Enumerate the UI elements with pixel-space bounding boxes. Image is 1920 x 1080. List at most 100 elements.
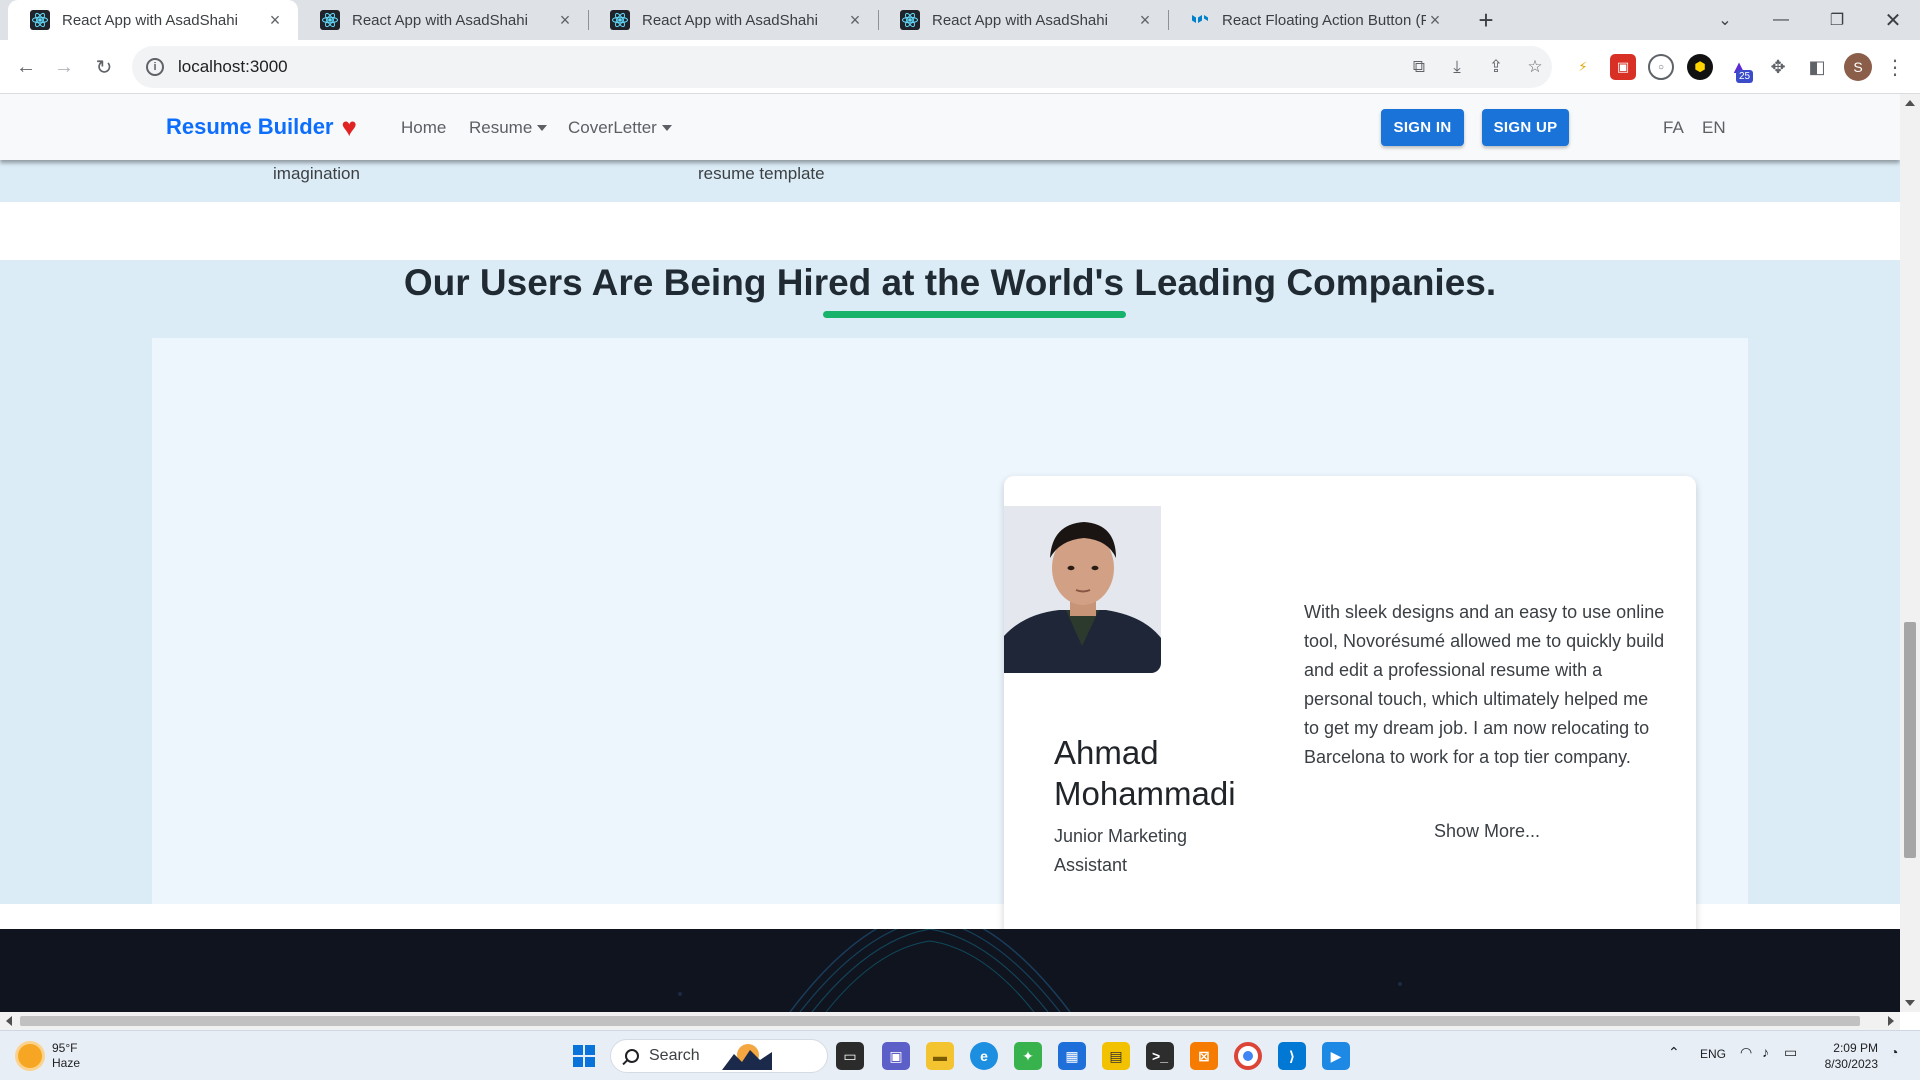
weather-widget[interactable]: 95°F Haze	[18, 1041, 80, 1071]
vscode-icon[interactable]: ⟩	[1278, 1042, 1306, 1070]
forward-arrow-icon[interactable]: →	[48, 51, 80, 83]
search-icon	[625, 1049, 639, 1063]
task-view-icon[interactable]: ▭	[836, 1042, 864, 1070]
close-icon[interactable]: ×	[1426, 10, 1444, 31]
language-en[interactable]: EN	[1702, 118, 1726, 138]
input-language[interactable]: ENG	[1700, 1047, 1726, 1061]
vertical-scrollbar[interactable]	[1900, 94, 1920, 1012]
scroll-up-arrow-icon[interactable]	[1905, 100, 1915, 106]
windows-start-icon[interactable]	[570, 1042, 598, 1070]
address-bar[interactable]: i localhost:3000	[132, 46, 1552, 88]
close-icon[interactable]: ×	[266, 10, 284, 31]
terminal-icon[interactable]: >_	[1146, 1042, 1174, 1070]
browser-tab-5[interactable]: React Floating Action Button (FAB ×	[1168, 0, 1458, 40]
photos-app-icon[interactable]: ✦	[1014, 1042, 1042, 1070]
close-window-button[interactable]: ✕	[1870, 0, 1916, 40]
language-fa[interactable]: FA	[1663, 118, 1684, 138]
store-app-icon[interactable]: ▦	[1058, 1042, 1086, 1070]
edge-browser-icon[interactable]: e	[970, 1042, 998, 1070]
volume-icon[interactable]: ♪	[1762, 1044, 1769, 1060]
tab-title: React App with AsadShahi	[642, 11, 818, 29]
caret-down-icon	[537, 125, 548, 131]
scrollbar-thumb[interactable]	[1904, 622, 1916, 858]
react-logo-icon	[610, 10, 630, 30]
browser-tab-strip: React App with AsadShahi × React App wit…	[0, 0, 1920, 40]
nav-coverletter-dropdown[interactable]: CoverLetter	[568, 118, 672, 138]
nav-resume-dropdown[interactable]: Resume	[469, 118, 548, 138]
profile-avatar[interactable]: S	[1844, 53, 1872, 81]
weather-temp: 95°F	[52, 1041, 78, 1055]
back-arrow-icon[interactable]: ←	[10, 51, 42, 83]
sticky-notes-icon[interactable]: ▤	[1102, 1042, 1130, 1070]
testimonial-card: Ahmad Mohammadi Junior Marketing Assista…	[1004, 476, 1696, 960]
nav-home[interactable]: Home	[401, 118, 446, 138]
system-clock[interactable]: 2:09 PM 8/30/2023	[1810, 1040, 1878, 1072]
extension-circle-icon[interactable]: ○	[1648, 54, 1674, 80]
heart-icon: ♥	[341, 112, 357, 142]
scrollbar-thumb[interactable]	[20, 1016, 1860, 1026]
testimonial-quote: With sleek designs and an easy to use on…	[1304, 602, 1665, 767]
share-icon[interactable]: ⇪	[1483, 54, 1509, 80]
teams-chat-icon[interactable]: ▣	[882, 1042, 910, 1070]
minimize-button[interactable]: —	[1758, 0, 1804, 40]
side-panel-icon[interactable]: ◧	[1804, 54, 1830, 80]
browser-tab-2[interactable]: React App with AsadShahi ×	[298, 0, 588, 40]
extension-red-icon[interactable]: ▣	[1610, 54, 1636, 80]
close-icon[interactable]: ×	[1136, 10, 1154, 31]
taskbar-search[interactable]: Search	[610, 1039, 828, 1073]
browser-tab-3[interactable]: React App with AsadShahi ×	[588, 0, 878, 40]
bookmark-star-icon[interactable]: ☆	[1522, 54, 1548, 80]
tab-title: React App with AsadShahi	[62, 11, 238, 29]
notifications-icon[interactable]: ◔	[1890, 1044, 1898, 1060]
reload-icon[interactable]: ↻	[88, 51, 120, 83]
open-in-new-icon[interactable]: ⧉	[1406, 54, 1432, 80]
sun-haze-icon	[18, 1044, 42, 1068]
close-icon[interactable]: ×	[846, 10, 864, 31]
react-logo-icon	[900, 10, 920, 30]
extension-bolt-icon[interactable]: ⚡	[1570, 54, 1596, 80]
footer-wave-pattern	[678, 929, 1402, 1012]
caret-down-icon	[661, 125, 672, 131]
react-logo-icon	[320, 10, 340, 30]
sign-in-button[interactable]: SIGN IN	[1381, 109, 1464, 146]
scroll-down-arrow-icon[interactable]	[1905, 1000, 1915, 1006]
clock-date: 8/30/2023	[1824, 1057, 1878, 1071]
clock-time: 2:09 PM	[1833, 1041, 1878, 1055]
extensions-puzzle-icon[interactable]: ✥	[1765, 54, 1791, 80]
sign-up-button[interactable]: SIGN UP	[1482, 109, 1569, 146]
file-explorer-icon[interactable]: ▬	[926, 1042, 954, 1070]
title-underline	[823, 311, 1126, 318]
new-tab-button[interactable]: +	[1470, 4, 1502, 36]
horizontal-scrollbar[interactable]	[0, 1012, 1900, 1030]
site-brand[interactable]: Resume Builder ♥	[166, 114, 357, 140]
browser-toolbar: ← → ↻ i localhost:3000 ⧉ ⤓ ⇪ ☆ ⚡ ▣ ○ ⬢ ▲…	[0, 40, 1920, 94]
address-url[interactable]: localhost:3000	[178, 57, 288, 77]
install-app-icon[interactable]: ⤓	[1444, 54, 1470, 80]
menu-kebab-icon[interactable]: ⋮	[1882, 54, 1908, 80]
show-more-link[interactable]: Show More...	[1434, 821, 1540, 842]
taskbar-search-label: Search	[649, 1047, 700, 1064]
browser-tab-4[interactable]: React App with AsadShahi ×	[878, 0, 1168, 40]
chrome-browser-icon[interactable]	[1234, 1042, 1262, 1070]
extension-badge: 25	[1736, 70, 1754, 83]
user-photo-icon	[1004, 506, 1161, 673]
tab-title: React Floating Action Button (FAB	[1222, 11, 1426, 29]
tray-chevron-up-icon[interactable]: ⌃	[1668, 1044, 1680, 1061]
restore-button[interactable]: ❐	[1814, 0, 1860, 40]
scroll-left-arrow-icon[interactable]	[6, 1016, 12, 1026]
wifi-icon[interactable]: ◠	[1740, 1044, 1752, 1061]
xampp-icon[interactable]: ⊠	[1190, 1042, 1218, 1070]
nav-coverletter-label: CoverLetter	[568, 118, 657, 137]
brand-label: Resume Builder	[166, 114, 334, 139]
site-info-icon[interactable]: i	[146, 58, 164, 76]
scroll-right-arrow-icon[interactable]	[1888, 1016, 1894, 1026]
section-title: Our Users Are Being Hired at the World's…	[403, 262, 1497, 303]
close-icon[interactable]: ×	[556, 10, 574, 31]
extension-hex-icon[interactable]: ⬢	[1687, 54, 1713, 80]
browser-tab-1[interactable]: React App with AsadShahi ×	[8, 0, 298, 40]
react-logo-icon	[30, 10, 50, 30]
media-player-icon[interactable]: ▶	[1322, 1042, 1350, 1070]
tab-search-chevron-icon[interactable]: ⌄	[1702, 0, 1748, 40]
battery-icon[interactable]: ▭	[1784, 1044, 1797, 1061]
site-navbar: Resume Builder ♥ Home Resume CoverLetter…	[0, 94, 1900, 160]
